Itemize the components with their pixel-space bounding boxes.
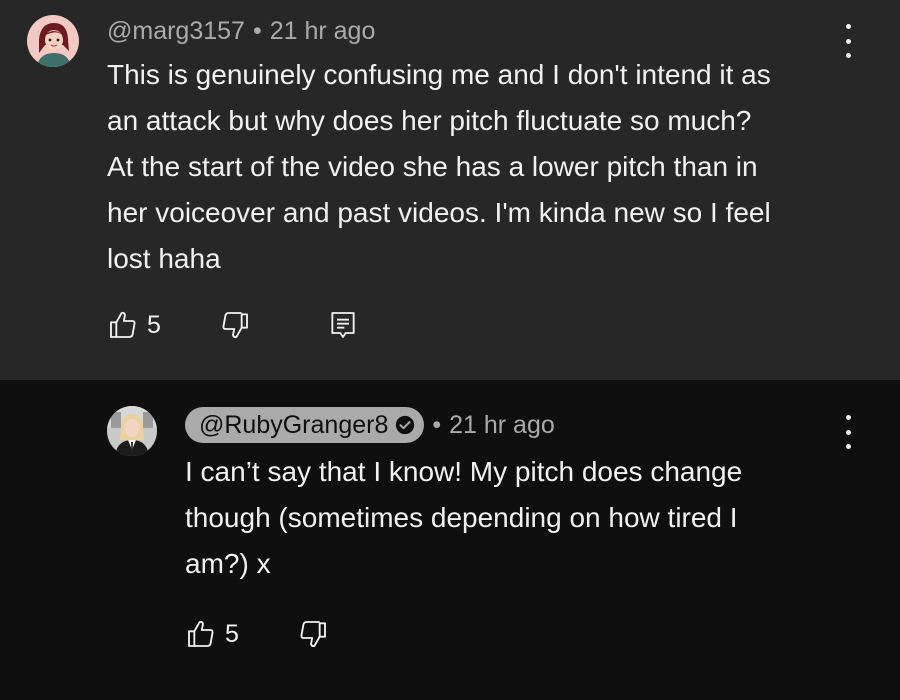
- reply-timestamp[interactable]: 21 hr ago: [449, 411, 555, 440]
- avatar-cartoon-girl-icon: [27, 15, 79, 67]
- reply-comment-icon: [331, 312, 355, 338]
- replier-avatar[interactable]: [107, 406, 157, 456]
- comment-text-line: This is genuinely confusing me and I don…: [107, 59, 771, 90]
- thumbs-down-icon: [300, 621, 326, 648]
- verified-check-icon: [396, 415, 415, 435]
- like-count: 5: [147, 310, 161, 339]
- thumbs-up-icon: [110, 311, 136, 338]
- comment-meta: @marg3157 • 21 hr ago: [107, 17, 375, 46]
- thumbs-down-icon: [222, 312, 248, 339]
- dislike-button[interactable]: [297, 618, 329, 650]
- reply-RubyGranger8: @RubyGranger8 • 21 hr ago I can’t say th…: [0, 380, 900, 700]
- thumbs-up-icon: [188, 620, 214, 647]
- more-vertical-icon[interactable]: [838, 24, 858, 58]
- reply-meta: @RubyGranger8 • 21 hr ago: [185, 407, 555, 443]
- author-handle: @RubyGranger8: [199, 410, 389, 439]
- like-button[interactable]: 5: [107, 309, 161, 341]
- comment-text-line: her voiceover and past videos. I'm kinda…: [107, 197, 771, 228]
- comment-timestamp[interactable]: 21 hr ago: [270, 17, 376, 46]
- like-count: 5: [225, 619, 239, 648]
- creator-handle-pill[interactable]: @RubyGranger8: [185, 407, 425, 443]
- commenter-avatar[interactable]: [27, 15, 79, 67]
- meta-separator: •: [252, 17, 262, 45]
- meta-separator: •: [432, 410, 442, 439]
- comment-text: This is genuinely confusing me and I don…: [107, 52, 771, 282]
- comment-marg3157: @marg3157 • 21 hr ago This is genuinely …: [0, 0, 900, 380]
- dislike-button[interactable]: [219, 309, 251, 341]
- reply-text-line: I can’t say that I know! My pitch does c…: [185, 456, 743, 487]
- reply-text: I can’t say that I know! My pitch does c…: [185, 449, 742, 587]
- comment-text-line: At the start of the video she has a lowe…: [107, 151, 758, 182]
- reply-text-line: though (sometimes depending on how tired…: [185, 502, 738, 533]
- reply-button[interactable]: [327, 309, 359, 341]
- comment-text-line: lost haha: [107, 243, 221, 274]
- avatar-photo-icon: [107, 406, 157, 456]
- more-vertical-icon[interactable]: [838, 415, 858, 449]
- comment-actions: 5: [107, 309, 359, 341]
- reply-text-line: am?) x: [185, 548, 271, 579]
- like-button[interactable]: 5: [185, 618, 239, 650]
- reply-actions: 5: [185, 618, 329, 650]
- comment-text-line: an attack but why does her pitch fluctua…: [107, 105, 752, 136]
- author-handle[interactable]: @marg3157: [107, 17, 245, 46]
